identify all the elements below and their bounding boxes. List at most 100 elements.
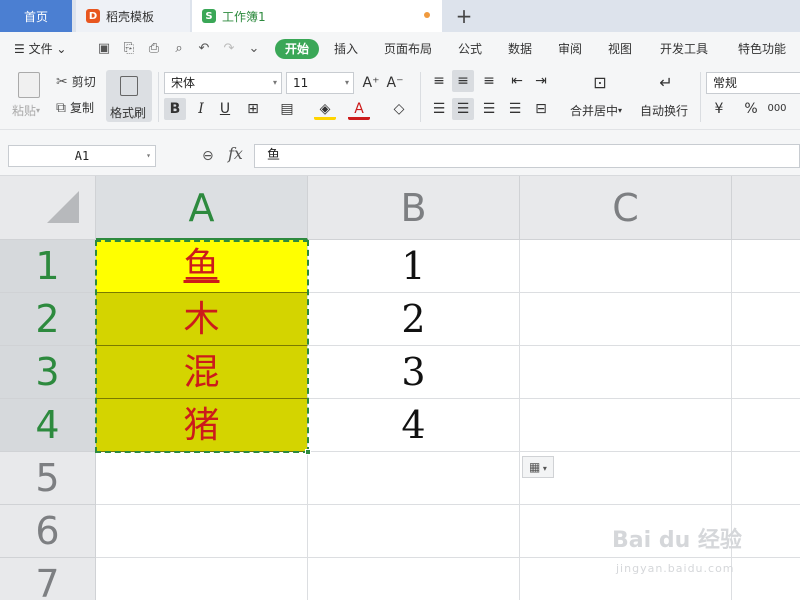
cell-d3[interactable] bbox=[732, 346, 800, 399]
cell-d5[interactable] bbox=[732, 452, 800, 505]
shrink-font-button[interactable]: A⁻ bbox=[384, 72, 406, 94]
justify-icon[interactable]: ☰ bbox=[504, 98, 526, 120]
copy-button[interactable]: ⧉ 复制 bbox=[56, 99, 94, 116]
cell-c4[interactable] bbox=[520, 399, 732, 452]
align-left-icon[interactable]: ☰ bbox=[428, 98, 450, 120]
menu-view[interactable]: 视图 bbox=[608, 32, 632, 66]
fill-handle[interactable] bbox=[305, 449, 311, 455]
column-header-d[interactable] bbox=[732, 176, 800, 240]
row-header-6[interactable]: 6 bbox=[0, 505, 96, 558]
cell-b5[interactable] bbox=[308, 452, 520, 505]
cell-a4[interactable]: 猪 bbox=[96, 399, 308, 452]
cell-c1[interactable] bbox=[520, 240, 732, 293]
save-icon[interactable]: ▣ bbox=[96, 41, 112, 57]
cell-d1[interactable] bbox=[732, 240, 800, 293]
format-painter-button[interactable]: 格式刷 bbox=[106, 70, 152, 122]
menu-page-layout[interactable]: 页面布局 bbox=[384, 32, 432, 66]
borders-icon[interactable]: ⊞ bbox=[242, 98, 264, 120]
select-all-button[interactable] bbox=[0, 176, 96, 240]
redo-icon[interactable]: ↷ bbox=[221, 41, 237, 57]
font-size-select[interactable]: 11 ▾ bbox=[286, 72, 354, 94]
file-menu[interactable]: ☰ 文件 ⌄ bbox=[14, 32, 66, 66]
menu-review[interactable]: 审阅 bbox=[558, 32, 582, 66]
column-header-b[interactable]: B bbox=[308, 176, 520, 240]
cell-b3[interactable]: 3 bbox=[308, 346, 520, 399]
menu-data[interactable]: 数据 bbox=[508, 32, 532, 66]
font-name-select[interactable]: 宋体 ▾ bbox=[164, 72, 282, 94]
cell-b6[interactable] bbox=[308, 505, 520, 558]
zoom-icon[interactable]: ⊖ bbox=[202, 148, 214, 164]
cell-a1[interactable]: 鱼 bbox=[96, 240, 308, 293]
percent-button[interactable]: % bbox=[740, 98, 762, 120]
grow-font-button[interactable]: A⁺ bbox=[360, 72, 382, 94]
align-bottom-icon[interactable]: ≡ bbox=[478, 70, 500, 92]
underline-button[interactable]: U bbox=[214, 98, 236, 120]
format-painter-icon bbox=[120, 76, 138, 96]
fill-color-icon[interactable]: ◈ bbox=[314, 98, 336, 120]
quick-access-more-icon[interactable]: ⌄ bbox=[246, 41, 262, 57]
cell-b2[interactable]: 2 bbox=[308, 293, 520, 346]
merge-center-button[interactable]: 合并居中 ▾ bbox=[570, 102, 622, 119]
new-tab-button[interactable]: + bbox=[452, 4, 476, 28]
distributed-icon[interactable]: ⊟ bbox=[530, 98, 552, 120]
row-header-1[interactable]: 1 bbox=[0, 240, 96, 293]
cell-a5[interactable] bbox=[96, 452, 308, 505]
menu-developer[interactable]: 开发工具 bbox=[660, 32, 708, 66]
wrap-text-button[interactable]: 自动换行 bbox=[640, 102, 688, 119]
number-format-select[interactable]: 常规 bbox=[706, 72, 800, 94]
tab-workbook[interactable]: S 工作簿1 bbox=[192, 0, 442, 32]
row-header-3[interactable]: 3 bbox=[0, 346, 96, 399]
cell-a7[interactable] bbox=[96, 558, 308, 600]
undo-icon[interactable]: ↶ bbox=[196, 41, 212, 57]
print-preview-icon[interactable]: ⌕ bbox=[171, 41, 187, 57]
fx-icon[interactable]: fx bbox=[228, 144, 243, 163]
export-icon[interactable]: ⎘ bbox=[121, 41, 137, 57]
cell-b4[interactable]: 4 bbox=[308, 399, 520, 452]
align-right-icon[interactable]: ☰ bbox=[478, 98, 500, 120]
font-color-icon[interactable]: A bbox=[348, 98, 370, 120]
watermark-logo: Bai du 经验 jingyan.baidu.com bbox=[612, 528, 742, 575]
print-icon[interactable]: ⎙ bbox=[146, 41, 162, 57]
cell-a2[interactable]: 木 bbox=[96, 293, 308, 346]
cell-a6[interactable] bbox=[96, 505, 308, 558]
name-box[interactable]: A1 ▾ bbox=[8, 145, 156, 167]
align-center-icon[interactable]: ☰ bbox=[452, 98, 474, 120]
align-top-icon[interactable]: ≡ bbox=[428, 70, 450, 92]
cell-b1[interactable]: 1 bbox=[308, 240, 520, 293]
column-header-a[interactable]: A bbox=[96, 176, 308, 240]
decrease-indent-icon[interactable]: ⇤ bbox=[506, 70, 528, 92]
clear-format-icon[interactable]: ◇ bbox=[388, 98, 410, 120]
chevron-down-icon: ▾ bbox=[146, 151, 151, 160]
italic-button[interactable]: I bbox=[190, 98, 212, 120]
align-middle-icon[interactable]: ≡ bbox=[452, 70, 474, 92]
cell-b7[interactable] bbox=[308, 558, 520, 600]
cut-button[interactable]: ✂ 剪切 bbox=[56, 73, 96, 90]
increase-indent-icon[interactable]: ⇥ bbox=[530, 70, 552, 92]
menu-start[interactable]: 开始 bbox=[275, 39, 320, 59]
formula-input[interactable]: 鱼 bbox=[254, 144, 800, 168]
paste-options-button[interactable]: ▦ ▾ bbox=[522, 456, 554, 478]
currency-button[interactable]: ¥ bbox=[708, 98, 730, 120]
row-header-2[interactable]: 2 bbox=[0, 293, 96, 346]
menu-insert[interactable]: 插入 bbox=[334, 32, 358, 66]
menu-formulas[interactable]: 公式 bbox=[458, 32, 482, 66]
cell-a3[interactable]: 混 bbox=[96, 346, 308, 399]
bold-button[interactable]: B bbox=[164, 98, 186, 120]
cell-d2[interactable] bbox=[732, 293, 800, 346]
cell-style-icon[interactable]: ▤ bbox=[276, 98, 298, 120]
thousands-button[interactable]: 000 bbox=[766, 98, 788, 120]
merge-center-icon[interactable]: ⊡ bbox=[588, 72, 612, 94]
cell-c2[interactable] bbox=[520, 293, 732, 346]
tab-template[interactable]: D 稻壳模板 bbox=[76, 0, 190, 32]
tab-home[interactable]: 首页 bbox=[0, 0, 72, 32]
menu-special[interactable]: 特色功能 bbox=[738, 32, 786, 66]
paste-button[interactable]: 粘贴 ▾ bbox=[12, 102, 40, 119]
cell-c3[interactable] bbox=[520, 346, 732, 399]
row-header-4[interactable]: 4 bbox=[0, 399, 96, 452]
column-header-c[interactable]: C bbox=[520, 176, 732, 240]
row-header-7[interactable]: 7 bbox=[0, 558, 96, 600]
row-header-5[interactable]: 5 bbox=[0, 452, 96, 505]
cell-d4[interactable] bbox=[732, 399, 800, 452]
paste-icon[interactable] bbox=[18, 72, 40, 98]
wrap-text-icon[interactable]: ↵ bbox=[654, 72, 678, 94]
